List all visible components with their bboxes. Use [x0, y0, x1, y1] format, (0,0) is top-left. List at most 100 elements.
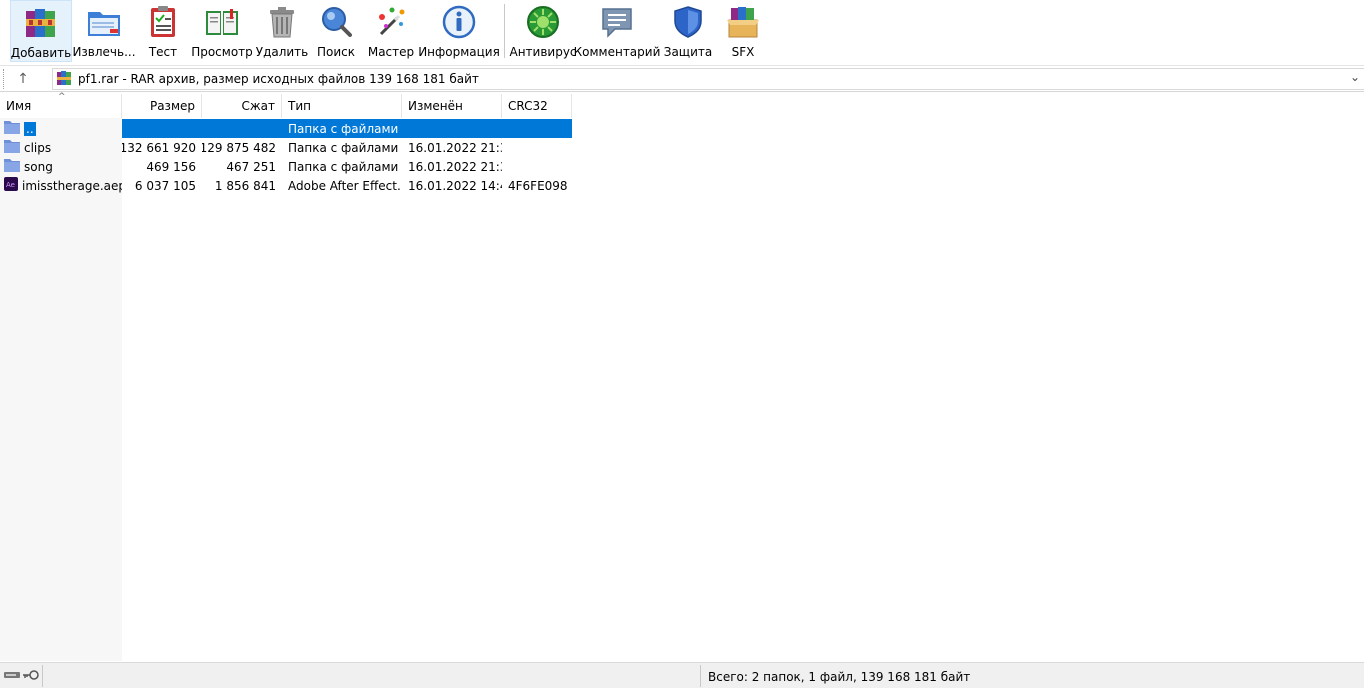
antivirus-button[interactable]: Антивирус	[509, 0, 577, 62]
column-name[interactable]: ^ Имя	[0, 92, 122, 118]
column-crc-label: CRC32	[508, 99, 548, 113]
row-type: Папка с файлами	[288, 159, 399, 174]
table-row-parent[interactable]: .. Папка с файлами	[0, 119, 572, 138]
folder-icon	[4, 139, 20, 156]
row-packed: 467 251	[226, 159, 276, 174]
row-size: 132 661 920	[122, 140, 196, 155]
column-packed[interactable]: Сжат	[202, 94, 282, 118]
svg-text:Ae: Ae	[6, 181, 15, 189]
delete-button-label: Удалить	[255, 45, 309, 59]
test-button[interactable]: Тест	[136, 0, 190, 62]
row-type: Папка с файлами	[288, 140, 399, 155]
column-type[interactable]: Тип	[282, 94, 402, 118]
wizard-button-label: Мастер	[367, 45, 415, 59]
folder-extract-icon	[85, 3, 123, 41]
extract-button-label: Извлечь...	[72, 45, 136, 59]
column-name-label: Имя	[6, 99, 32, 113]
column-modified-label: Изменён	[408, 99, 463, 113]
comment-icon	[598, 3, 636, 41]
info-button[interactable]: Информация	[418, 0, 500, 62]
row-name-cell: ..	[0, 119, 122, 138]
add-button[interactable]: Добавить	[10, 0, 72, 62]
find-button[interactable]: Поиск	[310, 0, 362, 62]
toolbar-separator	[504, 4, 505, 58]
chevron-down-icon[interactable]: ⌄	[1350, 70, 1360, 84]
row-modified: 16.01.2022 21:31	[408, 140, 502, 155]
info-icon	[440, 3, 478, 41]
row-size: 6 037 105	[134, 178, 196, 193]
row-crc: 4F6FE098	[508, 178, 568, 193]
column-type-label: Тип	[288, 99, 311, 113]
row-size	[122, 119, 202, 138]
row-packed: 129 875 482	[202, 140, 276, 155]
table-row-aep[interactable]: Ae imisstherage.aep 6 037 105 1 856 841 …	[0, 176, 572, 195]
name-column-background	[0, 118, 122, 661]
address-text: pf1.rar - RAR архив, размер исходных фай…	[78, 72, 479, 86]
table-row-song[interactable]: song 469 156 467 251 Папка с файлами 16.…	[0, 157, 572, 176]
extract-button[interactable]: Извлечь...	[72, 0, 136, 62]
key-icon[interactable]	[23, 669, 39, 683]
clipboard-test-icon	[144, 3, 182, 41]
shield-icon	[669, 3, 707, 41]
column-modified[interactable]: Изменён	[402, 94, 502, 118]
status-divider	[42, 665, 43, 687]
column-size-label: Размер	[149, 99, 195, 113]
column-packed-label: Сжат	[241, 99, 275, 113]
row-crc	[502, 157, 572, 176]
row-modified: 16.01.2022 14:42	[408, 178, 502, 193]
test-button-label: Тест	[148, 45, 178, 59]
row-name: song	[24, 159, 53, 174]
row-modified: 16.01.2022 21:31	[408, 159, 502, 174]
sfx-button-label: SFX	[731, 45, 755, 59]
status-icons	[4, 668, 42, 684]
row-name: imisstherage.aep	[22, 178, 122, 193]
folder-icon	[4, 120, 20, 137]
row-crc	[502, 119, 572, 138]
protect-button[interactable]: Защита	[659, 0, 717, 62]
find-button-label: Поиск	[316, 45, 355, 59]
row-crc	[502, 138, 572, 157]
info-button-label: Информация	[418, 45, 500, 59]
table-row-clips[interactable]: clips 132 661 920 129 875 482 Папка с фа…	[0, 138, 572, 157]
drive-icon[interactable]	[4, 670, 20, 683]
up-folder-button[interactable]: ↑	[12, 68, 34, 90]
rar-archive-icon	[56, 70, 72, 89]
status-divider	[700, 665, 701, 687]
row-name-cell: clips	[0, 138, 122, 157]
after-effects-file-icon: Ae	[4, 177, 18, 194]
row-packed	[202, 119, 282, 138]
sfx-box-icon	[724, 3, 762, 41]
view-button[interactable]: Просмотр	[190, 0, 254, 62]
comment-button[interactable]: Комментарий	[573, 0, 661, 62]
sort-ascending-icon: ^	[58, 92, 66, 102]
row-size: 469 156	[146, 159, 196, 174]
row-type: Папка с файлами	[282, 119, 402, 138]
address-field[interactable]: pf1.rar - RAR архив, размер исходных фай…	[52, 68, 1364, 90]
status-bar: Всего: 2 папок, 1 файл, 139 168 181 байт	[0, 662, 1364, 688]
view-button-label: Просмотр	[191, 45, 253, 59]
column-header: ^ Имя Размер Сжат Тип Изменён CRC32	[0, 92, 572, 118]
magic-wand-icon	[372, 3, 410, 41]
sfx-button[interactable]: SFX	[717, 0, 769, 62]
comment-button-label: Комментарий	[573, 45, 661, 59]
column-crc[interactable]: CRC32	[502, 94, 572, 118]
status-summary: Всего: 2 папок, 1 файл, 139 168 181 байт	[708, 670, 971, 684]
address-bar: ↑ pf1.rar - RAR архив, размер исходных ф…	[0, 65, 1364, 92]
add-button-label: Добавить	[10, 46, 72, 60]
protect-button-label: Защита	[663, 45, 713, 59]
column-size[interactable]: Размер	[122, 94, 202, 118]
folder-icon	[4, 158, 20, 175]
row-type: Adobe After Effect...	[288, 178, 402, 193]
magnifier-icon	[317, 3, 355, 41]
row-name: ..	[24, 121, 36, 136]
books-add-icon	[22, 4, 60, 42]
row-packed: 1 856 841	[214, 178, 276, 193]
book-view-icon	[203, 3, 241, 41]
toolbar: Добавить Извлечь... Тест Просмотр Удалит…	[0, 0, 1364, 64]
arrow-up-icon: ↑	[17, 71, 29, 87]
row-modified	[402, 119, 502, 138]
toolbar-grip[interactable]	[3, 69, 6, 89]
delete-button[interactable]: Удалить	[254, 0, 310, 62]
wizard-button[interactable]: Мастер	[362, 0, 420, 62]
trash-icon	[263, 3, 301, 41]
